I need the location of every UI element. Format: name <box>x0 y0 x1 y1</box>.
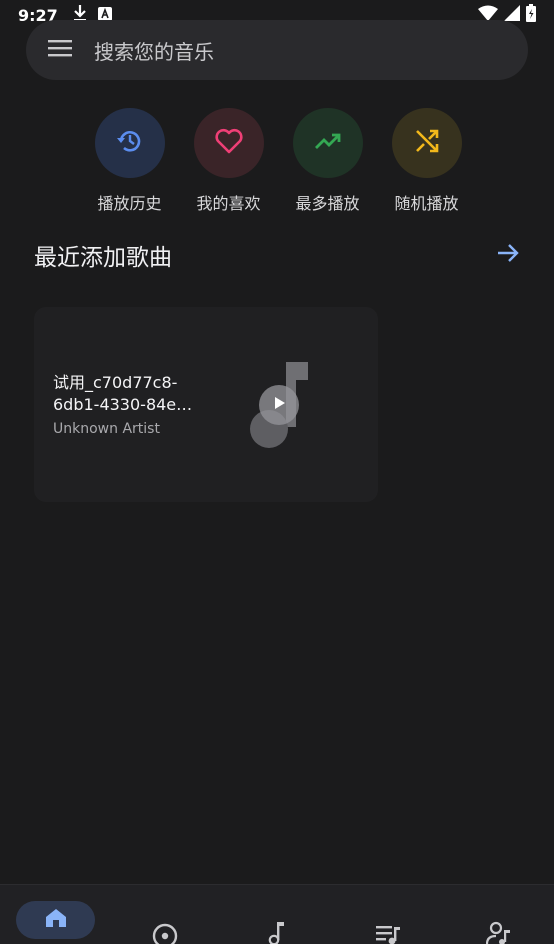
nav-albums[interactable] <box>152 923 178 944</box>
trending-up-icon <box>313 130 343 156</box>
quick-action-label: 随机播放 <box>394 194 459 213</box>
music-note-icon <box>268 921 286 944</box>
play-icon <box>271 395 287 415</box>
quick-action-label: 我的喜欢 <box>196 194 261 213</box>
song-card[interactable]: 试用_c70d77c8-6db1-4330-84e… Unknown Artis… <box>34 307 378 502</box>
shuffle-button[interactable] <box>391 108 462 178</box>
song-artist: Unknown Artist <box>53 421 160 437</box>
search-input[interactable]: 搜索您的音乐 <box>94 36 214 65</box>
quick-action-most-played[interactable]: 最多播放 <box>278 108 377 214</box>
playlist-icon <box>375 923 401 944</box>
shuffle-icon <box>413 127 441 159</box>
home-icon <box>45 908 67 932</box>
most-played-button[interactable] <box>292 108 363 178</box>
play-button[interactable] <box>259 385 299 425</box>
nav-home[interactable] <box>16 901 95 939</box>
heart-icon <box>214 127 244 159</box>
favorites-button[interactable] <box>193 108 264 178</box>
bottom-nav <box>0 884 554 944</box>
arrow-right-icon[interactable] <box>496 242 520 268</box>
song-title: 试用_c70d77c8-6db1-4330-84e… <box>53 373 193 414</box>
recent-section-header: 最近添加歌曲 <box>34 238 520 272</box>
quick-action-label: 播放历史 <box>97 194 162 213</box>
quick-action-favorites[interactable]: 我的喜欢 <box>179 108 278 214</box>
quick-action-shuffle[interactable]: 随机播放 <box>377 108 476 214</box>
nav-songs[interactable] <box>268 921 286 944</box>
battery-icon <box>526 4 536 26</box>
search-bar[interactable]: 搜索您的音乐 <box>26 20 528 80</box>
nav-artists[interactable] <box>485 921 512 944</box>
quick-action-history[interactable]: 播放历史 <box>80 108 179 214</box>
nav-playlists[interactable] <box>375 923 401 944</box>
history-button[interactable] <box>94 108 165 178</box>
menu-icon[interactable] <box>48 39 72 61</box>
section-title: 最近添加歌曲 <box>34 245 172 271</box>
artist-icon <box>485 921 512 944</box>
history-icon <box>115 126 145 160</box>
album-icon <box>152 923 178 944</box>
quick-action-label: 最多播放 <box>295 194 360 213</box>
quick-actions: 播放历史 我的喜欢 最多播放 随机播放 <box>80 108 476 214</box>
